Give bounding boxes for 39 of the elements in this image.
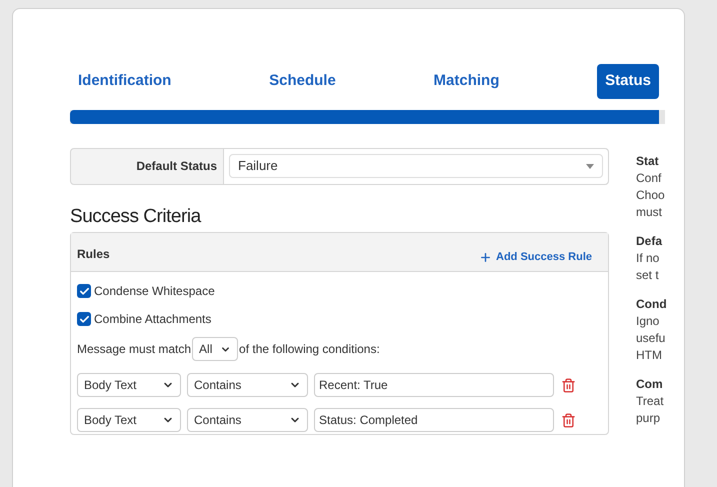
delete-icon[interactable] [561, 412, 576, 428]
field-select[interactable]: Body Text [77, 408, 181, 432]
section-title: Success Criteria [70, 205, 202, 229]
help-heading: Defa [636, 233, 664, 250]
help-text: usefu [636, 330, 666, 347]
dropdown-arrow-icon [586, 164, 594, 168]
status-select[interactable]: Failure [229, 154, 603, 178]
add-rule-link[interactable]: Add Success Rule [479, 249, 592, 265]
value-input[interactable]: Status: Completed [314, 408, 554, 432]
help-heading: Stat [636, 153, 660, 170]
checkbox-label: Combine Attachments [94, 311, 212, 328]
help-text: Igno [636, 313, 660, 330]
help-text: must [636, 204, 664, 221]
operator-select[interactable]: Contains [187, 373, 308, 397]
step-tab[interactable]: Status [597, 64, 659, 99]
operator-select[interactable]: Contains [187, 408, 308, 432]
step-tab[interactable]: Schedule [269, 64, 336, 99]
help-text: HTM [636, 347, 663, 364]
field-select[interactable]: Body Text [77, 373, 181, 397]
help-text: Conf [636, 170, 662, 187]
help-text: Choo [636, 187, 666, 204]
match-text: of the following conditions: [239, 341, 380, 358]
help-text: Treat [636, 393, 665, 410]
help-text: purp [636, 410, 662, 427]
step-tab[interactable]: Matching [434, 64, 500, 99]
checkbox-label: Condense Whitespace [94, 283, 215, 300]
help-heading: Cond [636, 296, 668, 313]
value-input[interactable]: Recent: True [314, 373, 554, 397]
help-heading: Com [636, 376, 664, 393]
checkbox[interactable] [77, 312, 91, 326]
match-select[interactable]: All [192, 337, 238, 361]
match-text: Message must match [77, 341, 192, 358]
checkbox[interactable] [77, 284, 91, 298]
help-text: If no [636, 250, 660, 267]
help-text: set t [636, 267, 660, 284]
panel-title: Rules [77, 246, 110, 263]
delete-icon[interactable] [561, 378, 576, 392]
plus-icon [479, 250, 492, 264]
step-tab[interactable]: Identification [78, 64, 172, 99]
